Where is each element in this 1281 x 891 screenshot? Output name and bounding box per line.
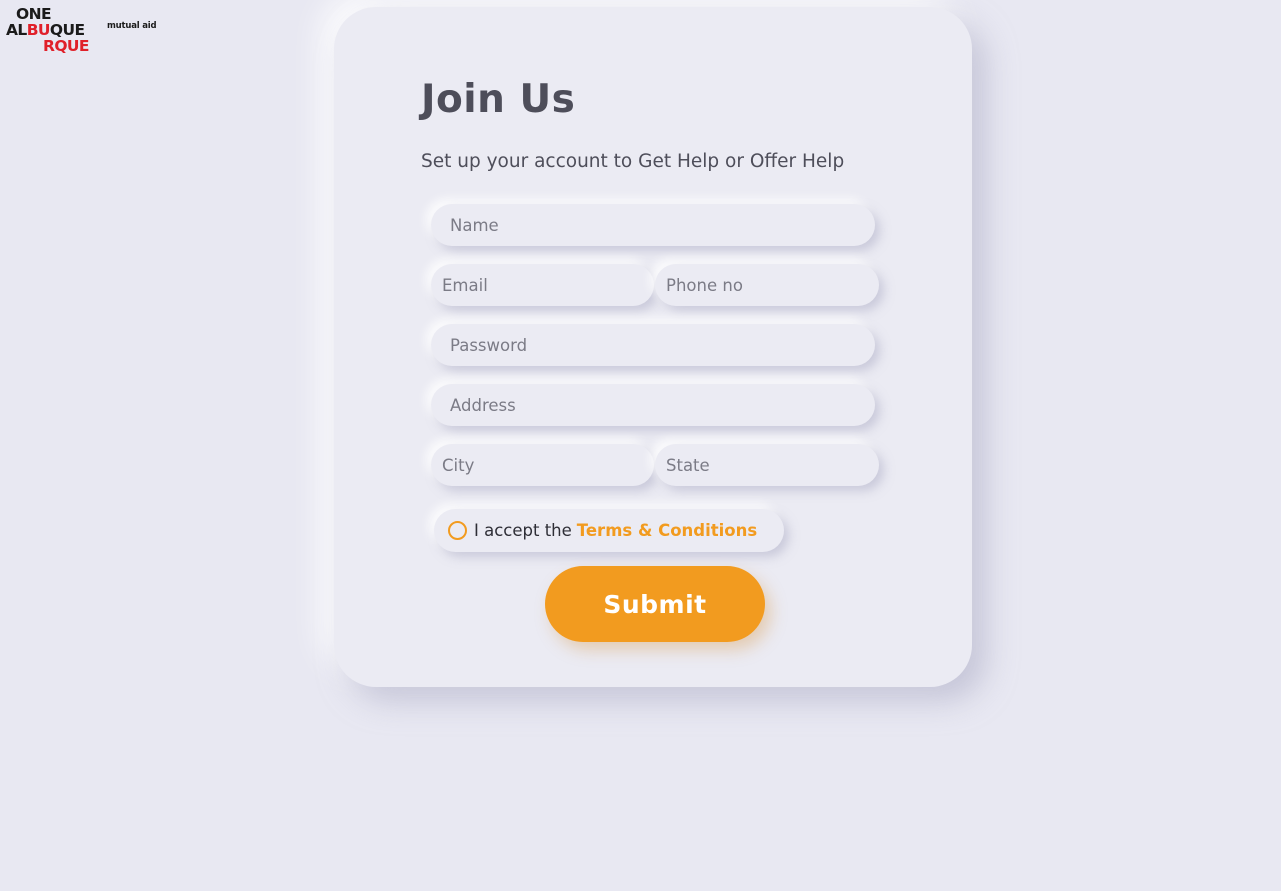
logo-line-3: RQUE (43, 37, 89, 55)
phone-input[interactable] (655, 264, 879, 306)
logo-line-1: ONE (16, 5, 52, 23)
address-input[interactable] (431, 384, 875, 426)
terms-prefix: I accept the (474, 521, 572, 540)
page-title: Join Us (421, 77, 576, 122)
state-input[interactable] (655, 444, 879, 486)
logo[interactable]: ONE ALBUQUE RQUE mutual aid (6, 6, 166, 58)
password-input[interactable] (431, 324, 875, 366)
city-input[interactable] (431, 444, 654, 486)
logo-line-2: ALBUQUE (6, 21, 85, 39)
page-subtitle: Set up your account to Get Help or Offer… (421, 151, 845, 172)
terms-link[interactable]: Terms & Conditions (577, 521, 757, 540)
email-input[interactable] (431, 264, 654, 306)
logo-line-2-start: AL (6, 21, 27, 39)
terms-checkbox-row[interactable]: I accept the Terms & Conditions (434, 509, 784, 552)
signup-card: Join Us Set up your account to Get Help … (334, 7, 972, 687)
terms-radio[interactable] (448, 521, 467, 540)
name-input[interactable] (431, 204, 875, 246)
logo-tagline: mutual aid (107, 21, 157, 31)
submit-button[interactable]: Submit (545, 566, 765, 642)
